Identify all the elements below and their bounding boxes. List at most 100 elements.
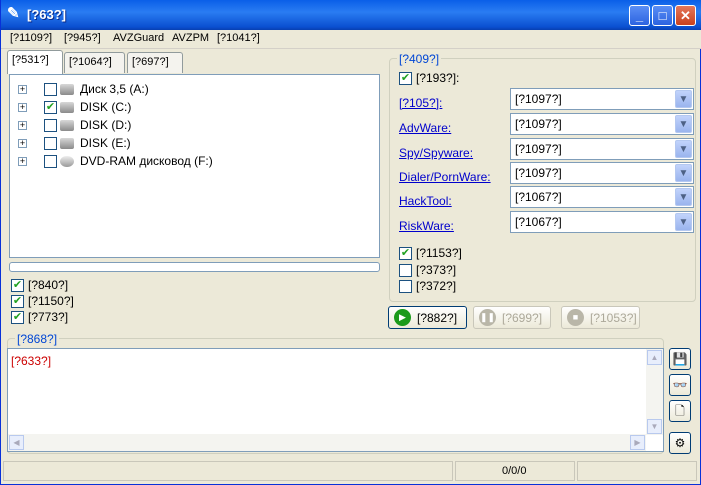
scan-progress-bar — [9, 262, 380, 272]
tree-item-label: DISK (D:) — [80, 118, 132, 132]
group-checkbox[interactable] — [399, 280, 412, 293]
tab-search-area[interactable]: [?531?] — [7, 50, 63, 74]
category-select-1[interactable]: [?1097?] ▼ — [510, 88, 694, 110]
scroll-right-icon[interactable]: ▶ — [630, 435, 645, 450]
status-bar: 0/0/0 — [1, 461, 700, 483]
group-check-label: [?373?] — [416, 263, 457, 277]
log-horizontal-scrollbar[interactable]: ◀ ▶ — [8, 434, 646, 451]
start-button[interactable]: ▶ [?882?] — [388, 306, 467, 329]
log-textarea[interactable]: [?633?] ▲ ▼ ◀ ▶ — [7, 348, 664, 452]
glasses-button[interactable]: 👓 — [669, 374, 691, 396]
window-title: [?63?] — [27, 7, 66, 22]
close-icon: ✕ — [680, 8, 691, 23]
group-check-label: [?1153?] — [416, 246, 462, 260]
save-log-button[interactable]: 💾 — [669, 348, 691, 370]
start-label: [?882?] — [417, 311, 458, 325]
expand-icon[interactable]: + — [18, 121, 27, 130]
dvd-drive-icon — [60, 156, 74, 167]
scroll-down-icon[interactable]: ▼ — [647, 419, 662, 434]
option-label: [?773?] — [28, 310, 69, 324]
tree-item-label: DISK (E:) — [80, 136, 131, 150]
menu-bar: [?1109?] [?945?] AVZGuard AVZPM [?1041?] — [1, 30, 701, 49]
network-icon: ⚙ — [674, 436, 686, 450]
expand-icon[interactable]: + — [18, 157, 27, 166]
select-value: [?1097?] — [515, 142, 562, 156]
category-link-dialer[interactable]: Dialer/PornWare: — [399, 170, 491, 184]
minimize-icon: _ — [635, 8, 644, 23]
menu-item-service[interactable]: [?945?] — [64, 32, 101, 44]
chevron-down-icon[interactable]: ▼ — [675, 115, 692, 133]
expand-icon[interactable]: + — [18, 139, 27, 148]
category-link-1[interactable]: [?105?]: — [399, 96, 442, 110]
new-document-button[interactable]: 🗋 — [669, 400, 691, 422]
drive-d-checkbox[interactable] — [44, 119, 57, 132]
group-check-label: [?372?] — [416, 279, 457, 293]
drive-e-checkbox[interactable] — [44, 137, 57, 150]
drive-c-checkbox[interactable]: ✔ — [44, 101, 57, 114]
expand-icon[interactable]: + — [18, 103, 27, 112]
select-value: [?1067?] — [515, 190, 562, 204]
document-icon: 🗋 — [675, 404, 685, 418]
option-label: [?840?] — [28, 278, 69, 292]
select-value: [?1097?] — [515, 166, 562, 180]
tab-label: [?697?] — [132, 56, 169, 68]
category-link-riskware[interactable]: RiskWare: — [399, 219, 454, 233]
chevron-down-icon[interactable]: ▼ — [675, 213, 692, 231]
save-icon: 💾 — [672, 352, 688, 366]
tab-file-types[interactable]: [?1064?] — [64, 52, 125, 73]
option-checkbox[interactable]: ✔ — [11, 311, 24, 324]
maximize-button[interactable]: □ — [652, 5, 673, 26]
tree-item-label: DVD-RAM дисковод (F:) — [80, 154, 213, 168]
hard-drive-icon — [60, 138, 74, 149]
chevron-down-icon[interactable]: ▼ — [675, 164, 692, 182]
pause-button[interactable]: ❚❚ [?699?] — [473, 306, 551, 329]
category-select-hacktool[interactable]: [?1067?] ▼ — [510, 186, 694, 208]
stop-button[interactable]: ■ [?1053?] — [561, 306, 640, 329]
chevron-down-icon[interactable]: ▼ — [675, 90, 692, 108]
scroll-left-icon[interactable]: ◀ — [9, 435, 24, 450]
option-checkbox[interactable]: ✔ — [11, 295, 24, 308]
drive-a-checkbox[interactable] — [44, 83, 57, 96]
category-link-hacktool[interactable]: HackTool: — [399, 194, 452, 208]
category-select-advware[interactable]: [?1097?] ▼ — [510, 113, 694, 135]
main-window: ✎ [?63?] _ □ ✕ [?1109?] [?945?] AVZGuard… — [0, 0, 701, 485]
category-link-spyware[interactable]: Spy/Spyware: — [399, 146, 473, 160]
drive-tree[interactable]: + Диск 3,5 (A:) + ✔ DISK (C:) + DISK (D:… — [9, 74, 380, 258]
category-select-dialer[interactable]: [?1097?] ▼ — [510, 162, 694, 184]
minimize-button[interactable]: _ — [629, 5, 650, 26]
log-vertical-scrollbar[interactable]: ▲ ▼ — [646, 349, 663, 435]
category-select-riskware[interactable]: [?1067?] ▼ — [510, 211, 694, 233]
log-text: [?633?] — [11, 354, 52, 368]
status-cell-main — [3, 461, 453, 481]
category-select-spyware[interactable]: [?1097?] ▼ — [510, 138, 694, 160]
drive-f-checkbox[interactable] — [44, 155, 57, 168]
tree-item-label: Диск 3,5 (A:) — [80, 82, 149, 96]
menu-item-avzpm[interactable]: AVZPM — [172, 32, 209, 44]
category-link-advware[interactable]: AdvWare: — [399, 121, 451, 135]
status-cell-counter: 0/0/0 — [455, 461, 575, 481]
glasses-icon: 👓 — [672, 378, 688, 392]
close-button[interactable]: ✕ — [675, 5, 696, 26]
chevron-down-icon[interactable]: ▼ — [675, 140, 692, 158]
scroll-up-icon[interactable]: ▲ — [647, 350, 662, 365]
option-checkbox[interactable]: ✔ — [11, 279, 24, 292]
select-value: [?1097?] — [515, 117, 562, 131]
group-checkbox[interactable] — [399, 264, 412, 277]
group-checkbox[interactable]: ✔ — [399, 247, 412, 260]
quarantine-button[interactable]: ⚙ — [669, 432, 691, 454]
main-option-checkbox[interactable]: ✔ — [399, 72, 412, 85]
pause-icon: ❚❚ — [479, 309, 496, 326]
floppy-drive-icon — [60, 84, 74, 95]
title-bar[interactable]: ✎ [?63?] _ □ ✕ — [1, 0, 701, 30]
status-counter: 0/0/0 — [502, 465, 527, 477]
hard-drive-icon — [60, 120, 74, 131]
chevron-down-icon[interactable]: ▼ — [675, 188, 692, 206]
menu-item-help[interactable]: [?1041?] — [217, 32, 260, 44]
expand-icon[interactable]: + — [18, 85, 27, 94]
select-value: [?1097?] — [515, 92, 562, 106]
tab-search-params[interactable]: [?697?] — [127, 52, 183, 73]
pause-label: [?699?] — [502, 311, 543, 325]
menu-item-avzguard[interactable]: AVZGuard — [113, 32, 164, 44]
menu-item-file[interactable]: [?1109?] — [10, 32, 52, 44]
tab-label: [?1064?] — [69, 56, 112, 68]
